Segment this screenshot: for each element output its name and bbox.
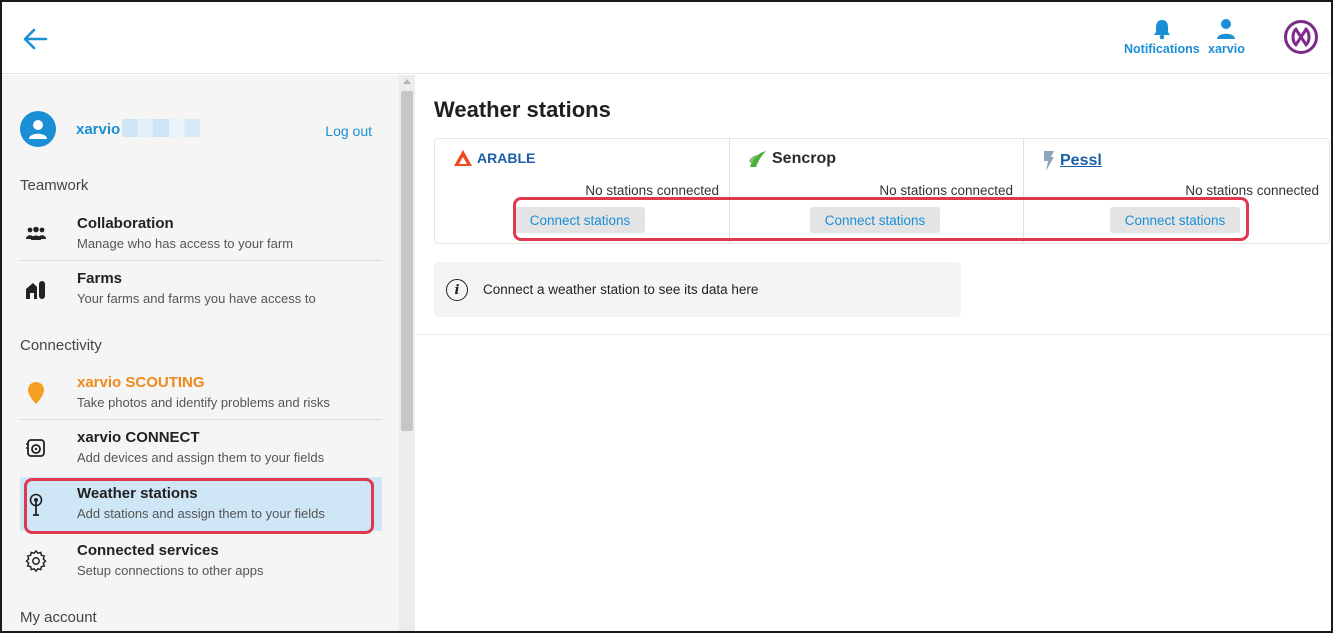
app-window: Notifications xarvio xarvio Log out Team… [0, 0, 1333, 633]
section-connectivity: Connectivity [20, 337, 102, 354]
sidebar-item-desc: Your farms and farms you have access to [77, 291, 316, 306]
logout-link[interactable]: Log out [325, 123, 372, 139]
user-icon [1217, 19, 1236, 39]
sidebar-item-desc: Manage who has access to your farm [77, 236, 294, 251]
pessl-logo-icon: Pessl [1042, 149, 1102, 173]
avatar [20, 111, 56, 147]
sencrop-logo-icon: Sencrop [748, 149, 836, 169]
sidebar-item-desc: Add devices and assign them to your fiel… [77, 450, 325, 465]
back-arrow-icon[interactable] [20, 24, 50, 54]
sidebar-scrollbar[interactable] [399, 75, 415, 631]
user-avatar-icon [29, 120, 47, 139]
sidebar: xarvio Log out Teamwork Collaboration Ma… [2, 75, 415, 631]
barn-icon [24, 277, 48, 301]
provider-name: Pessl [1060, 152, 1102, 169]
sidebar-item-farms[interactable]: Farms Your farms and farms you have acce… [20, 262, 382, 316]
bell-icon [1153, 20, 1170, 40]
arable-logo-icon: ARABLE [453, 149, 535, 167]
section-teamwork: Teamwork [20, 177, 89, 194]
sidebar-item-connect[interactable]: xarvio CONNECT Add devices and assign th… [20, 421, 382, 475]
scroll-up-icon[interactable] [403, 79, 411, 84]
sidebar-item-label: Collaboration [77, 215, 174, 232]
redacted-username [122, 119, 200, 137]
people-icon [24, 222, 48, 246]
sidebar-item-label: xarvio SCOUTING [77, 374, 205, 391]
sidebar-item-desc: Add stations and assign them to your fie… [77, 506, 325, 521]
page-title: Weather stations [434, 97, 611, 122]
account-button[interactable]: xarvio [1208, 18, 1245, 56]
sidebar-item-weather-stations[interactable]: Weather stations Add stations and assign… [20, 477, 382, 531]
divider [416, 334, 1331, 335]
notifications-button[interactable]: Notifications [1124, 18, 1200, 56]
provider-name: Sencrop [772, 150, 837, 167]
provider-status: No stations connected [879, 183, 1013, 198]
user-row: xarvio Log out [20, 111, 380, 147]
connect-stations-button-sencrop[interactable]: Connect stations [810, 207, 940, 233]
sidebar-item-scouting[interactable]: xarvio SCOUTING Take photos and identify… [20, 366, 382, 420]
sidebar-item-label: Farms [77, 270, 123, 287]
provider-status: No stations connected [585, 183, 719, 198]
providers-panel: ARABLE No stations connected Connect sta… [434, 138, 1330, 244]
xarvio-logo-icon[interactable] [1284, 20, 1318, 54]
sidebar-item-label: xarvio CONNECT [77, 429, 200, 446]
provider-sencrop: Sencrop No stations connected Connect st… [729, 139, 1023, 243]
connect-stations-button-arable[interactable]: Connect stations [515, 207, 645, 233]
notifications-label: Notifications [1124, 42, 1200, 56]
sidebar-item-desc: Take photos and identify problems and ri… [77, 395, 330, 410]
info-message: i Connect a weather station to see its d… [434, 262, 961, 317]
provider-pessl: Pessl No stations connected Connect stat… [1023, 139, 1329, 243]
scrollbar-thumb[interactable] [401, 91, 413, 431]
sidebar-item-desc: Setup connections to other apps [77, 563, 264, 578]
gear-icon [24, 549, 48, 573]
scouting-pin-icon [24, 381, 48, 405]
provider-name: ARABLE [477, 150, 536, 166]
provider-status: No stations connected [1185, 183, 1319, 198]
user-name: xarvio [76, 121, 121, 138]
main-content: Weather stations ARABLE No stations conn… [416, 75, 1331, 631]
info-text: Connect a weather station to see its dat… [483, 282, 759, 297]
top-bar: Notifications xarvio [2, 2, 1331, 74]
connect-stations-button-pessl[interactable]: Connect stations [1110, 207, 1240, 233]
provider-arable: ARABLE No stations connected Connect sta… [435, 139, 729, 243]
sidebar-item-label: Connected services [77, 542, 219, 559]
account-label: xarvio [1208, 42, 1245, 56]
info-icon: i [446, 279, 468, 301]
antenna-icon [24, 492, 48, 516]
sidebar-item-label: Weather stations [77, 485, 198, 502]
connect-device-icon [24, 436, 48, 460]
sidebar-item-connected-services[interactable]: Connected services Setup connections to … [20, 534, 382, 588]
sidebar-item-collaboration[interactable]: Collaboration Manage who has access to y… [20, 207, 382, 261]
section-my-account: My account [20, 609, 97, 626]
